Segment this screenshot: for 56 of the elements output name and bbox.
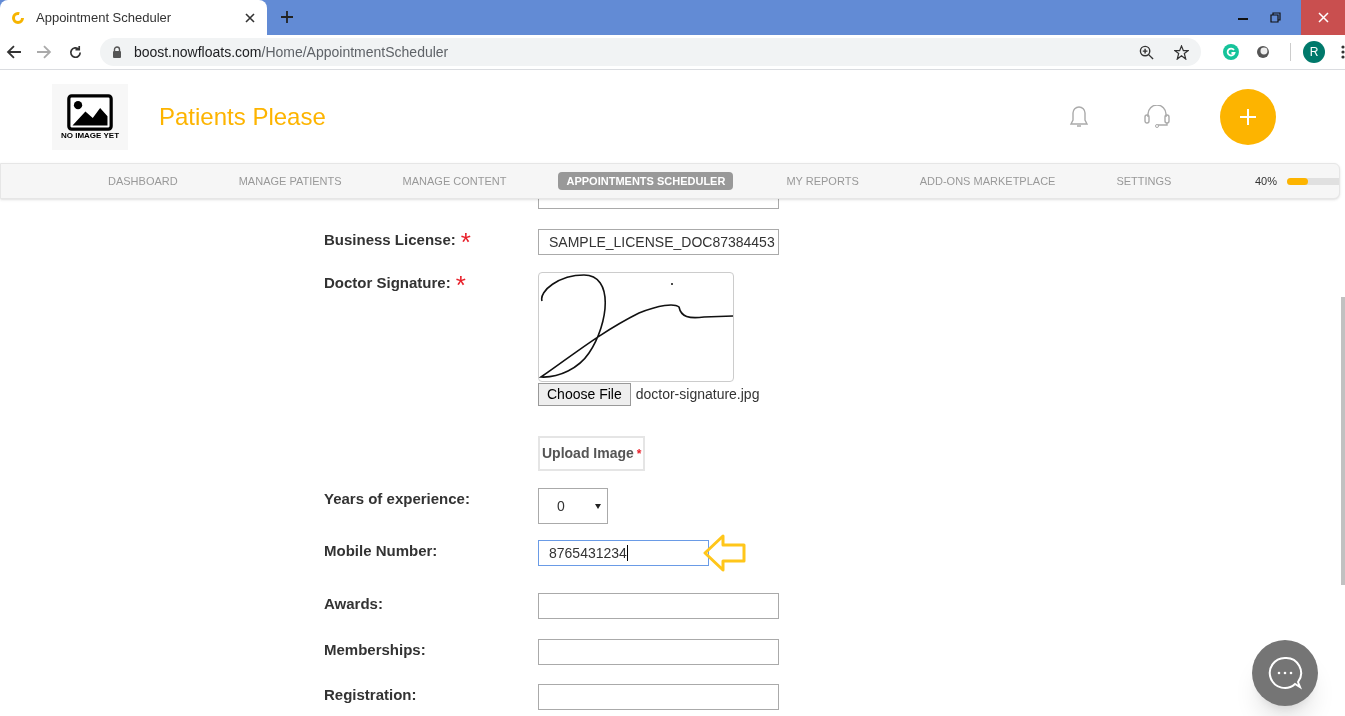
reload-icon[interactable] <box>67 44 83 60</box>
browser-tab[interactable]: Appointment Scheduler <box>0 0 267 35</box>
select-field[interactable]: 0 <box>538 488 608 524</box>
lock-icon <box>111 46 122 58</box>
upload-image-button[interactable]: Upload Image * <box>538 436 646 471</box>
profile-avatar[interactable]: R <box>1303 41 1325 63</box>
field-label: Memberships: <box>324 640 426 660</box>
headset-icon[interactable] <box>1144 104 1170 129</box>
image-icon <box>67 93 113 131</box>
text-field[interactable]: 8765431234 <box>538 540 709 566</box>
nav-tab[interactable]: APPOINTMENTS SCHEDULER <box>558 171 734 191</box>
tab-title: Appointment Scheduler <box>36 8 173 27</box>
nav-tab[interactable]: MY REPORTS <box>786 172 859 190</box>
field-label: Awards: <box>324 594 383 614</box>
star-icon[interactable] <box>1174 44 1190 60</box>
field-label: Business License: <box>324 230 456 250</box>
forward-icon[interactable] <box>35 45 52 59</box>
nav-tab[interactable]: SETTINGS <box>1116 172 1172 190</box>
zoom-icon[interactable] <box>1139 44 1155 60</box>
restore-icon[interactable] <box>1270 12 1281 23</box>
nav-tab[interactable]: MANAGE CONTENT <box>402 172 507 190</box>
progress-label: 40% <box>1254 173 1277 189</box>
new-tab-icon[interactable] <box>281 11 293 23</box>
field-label: Mobile Number: <box>324 541 438 561</box>
close-window-button[interactable] <box>1301 0 1345 35</box>
file-name: doctor-signature.jpg <box>635 385 760 404</box>
close-icon <box>1317 12 1329 23</box>
caret-icon <box>595 503 601 509</box>
scrollbar-thumb[interactable] <box>1341 297 1345 585</box>
nav-tab[interactable]: DASHBOARD <box>108 172 178 190</box>
chat-button[interactable] <box>1252 640 1318 706</box>
back-icon[interactable] <box>6 45 22 59</box>
text-field[interactable]: SAMPLE_LICENSE_DOC87384453 <box>538 229 779 255</box>
field-label: Years of experience: <box>324 489 470 509</box>
choose-file-button[interactable]: Choose File <box>538 383 631 406</box>
required-mark: * <box>460 229 471 255</box>
text-field[interactable] <box>538 199 779 209</box>
required-mark: * <box>455 272 466 298</box>
url-text: boost.nowfloats.com/Home/AppointmentScheduler <box>133 42 450 62</box>
chat-icon <box>1267 655 1303 691</box>
text-field[interactable] <box>538 684 779 710</box>
text-field[interactable] <box>538 639 779 665</box>
nav-tab[interactable]: ADD-ONS MARKETPLACE <box>919 172 1056 190</box>
field-label: Registration: <box>324 685 417 705</box>
field-label: Doctor Signature: <box>324 273 451 293</box>
menu-icon[interactable] <box>1341 45 1345 59</box>
site-icon <box>12 11 24 24</box>
address-bar[interactable]: boost.nowfloats.com/Home/AppointmentScheduler <box>99 38 1202 66</box>
text-field[interactable] <box>538 593 779 619</box>
brand-name: Patients Please <box>159 101 326 132</box>
minimize-icon[interactable] <box>1238 18 1248 21</box>
extension-icon[interactable] <box>1256 45 1271 59</box>
nav-tab[interactable]: MANAGE PATIENTS <box>238 172 342 190</box>
plus-icon <box>1240 108 1256 125</box>
logo-caption: NO IMAGE YET <box>60 131 120 140</box>
close-icon[interactable] <box>245 12 255 23</box>
